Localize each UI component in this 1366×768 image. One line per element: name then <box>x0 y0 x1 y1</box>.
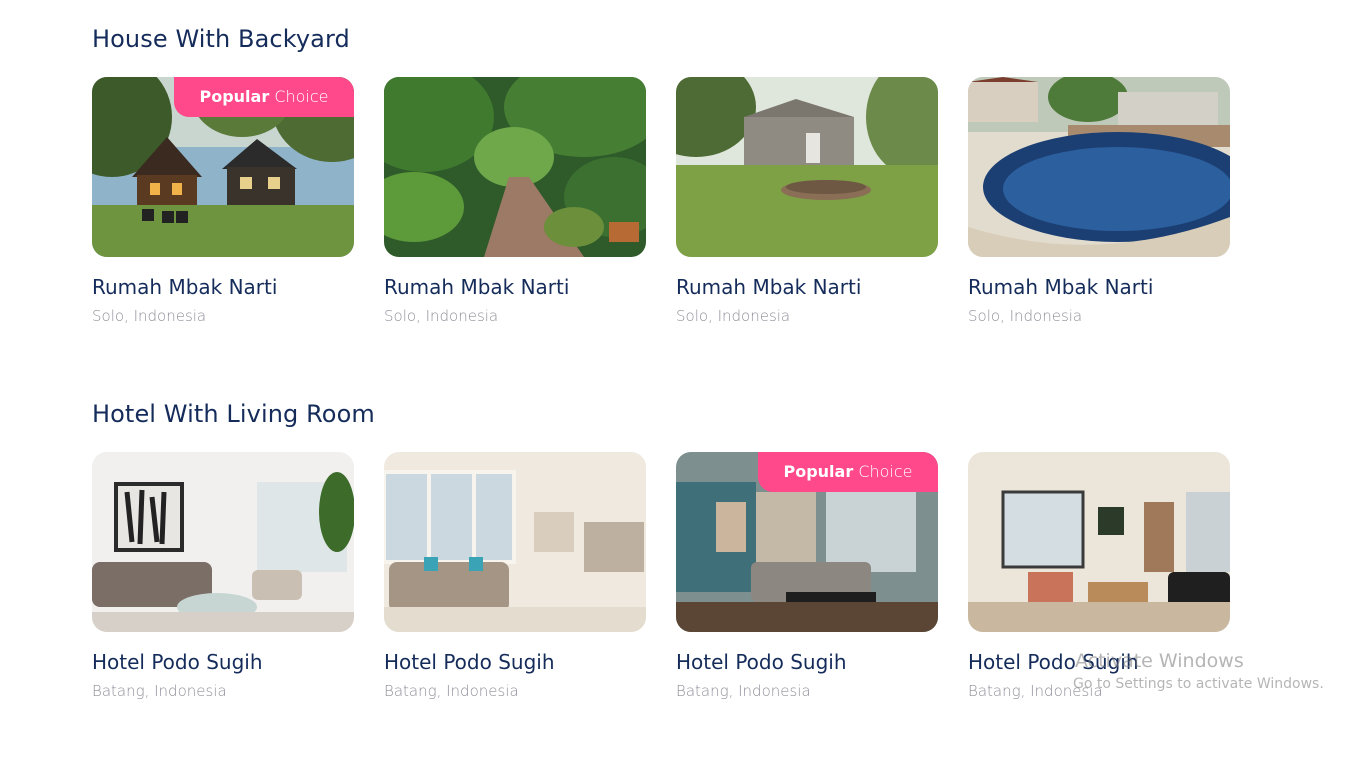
property-location: Batang, Indonesia <box>968 682 1103 700</box>
property-name[interactable]: Hotel Podo Sugih <box>384 650 555 674</box>
property-location: Batang, Indonesia <box>676 682 811 700</box>
property-name[interactable]: Rumah Mbak Narti <box>676 275 861 299</box>
card-list: Hotel Podo Sugih Batang, Indonesia Hotel… <box>92 452 1230 712</box>
popular-choice-badge: Popular Choice <box>174 77 354 117</box>
property-name[interactable]: Rumah Mbak Narti <box>384 275 569 299</box>
modern-living-room-image[interactable] <box>968 452 1230 632</box>
section-title: Hotel With Living Room <box>92 400 375 428</box>
house-backyard-evening-image[interactable]: Popular Choice <box>92 77 354 257</box>
section-hotel-with-living-room: Hotel With Living Room Hotel Podo Sugih <box>92 398 1232 700</box>
property-location: Batang, Indonesia <box>384 682 519 700</box>
property-name[interactable]: Hotel Podo Sugih <box>968 650 1139 674</box>
bright-open-living-room-image[interactable] <box>384 452 646 632</box>
property-card[interactable]: Rumah Mbak Narti Solo, Indonesia <box>968 77 1230 337</box>
wooden-cabin-lawn-image[interactable] <box>676 77 938 257</box>
property-card[interactable]: Hotel Podo Sugih Batang, Indonesia <box>384 452 646 712</box>
section-title: House With Backyard <box>92 25 350 53</box>
property-card[interactable]: Rumah Mbak Narti Solo, Indonesia <box>384 77 646 337</box>
teal-wall-living-room-image[interactable]: Popular Choice <box>676 452 938 632</box>
property-card[interactable]: Hotel Podo Sugih Batang, Indonesia <box>968 452 1230 712</box>
backyard-pool-image[interactable] <box>968 77 1230 257</box>
property-location: Solo, Indonesia <box>384 307 499 325</box>
property-card[interactable]: Popular Choice Rumah Mbak Narti Solo, In… <box>92 77 354 337</box>
property-location: Solo, Indonesia <box>968 307 1083 325</box>
property-name[interactable]: Rumah Mbak Narti <box>92 275 277 299</box>
tropical-garden-path-image[interactable] <box>384 77 646 257</box>
property-location: Solo, Indonesia <box>676 307 791 325</box>
white-living-room-image[interactable] <box>92 452 354 632</box>
property-name[interactable]: Hotel Podo Sugih <box>676 650 847 674</box>
property-location: Batang, Indonesia <box>92 682 227 700</box>
property-card[interactable]: Rumah Mbak Narti Solo, Indonesia <box>676 77 938 337</box>
card-list: Popular Choice Rumah Mbak Narti Solo, In… <box>92 77 1230 337</box>
property-name[interactable]: Rumah Mbak Narti <box>968 275 1153 299</box>
property-card[interactable]: Popular Choice Hotel Podo Sugih Batang, … <box>676 452 938 712</box>
property-card[interactable]: Hotel Podo Sugih Batang, Indonesia <box>92 452 354 712</box>
popular-choice-badge: Popular Choice <box>758 452 938 492</box>
section-house-with-backyard: House With Backyard Popular Choice Rumah… <box>92 23 1232 325</box>
property-location: Solo, Indonesia <box>92 307 207 325</box>
property-name[interactable]: Hotel Podo Sugih <box>92 650 263 674</box>
